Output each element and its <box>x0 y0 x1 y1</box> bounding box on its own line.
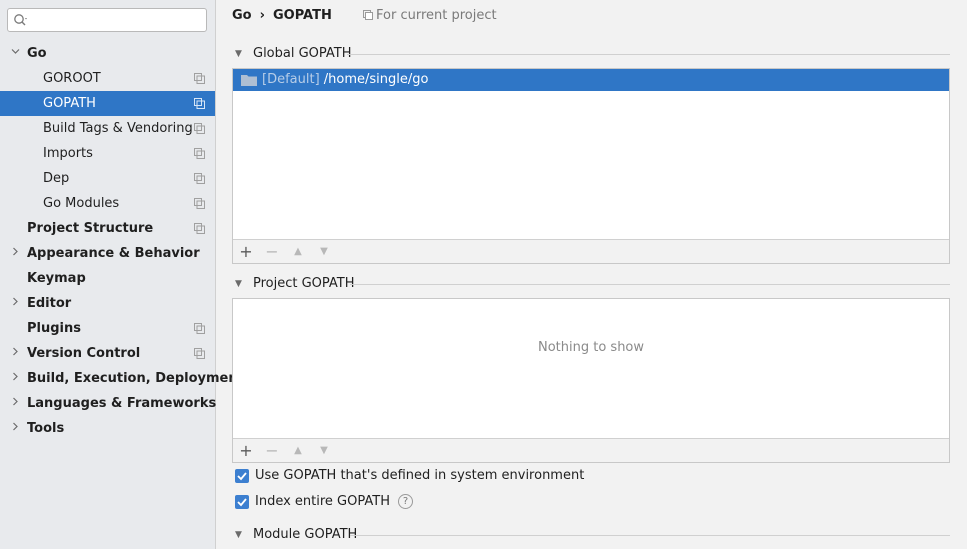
project-scope-icon <box>194 148 205 159</box>
sidebar-item-label: Languages & Frameworks <box>27 396 217 411</box>
sidebar-item-label: Tools <box>27 421 65 436</box>
chevron-right-icon[interactable] <box>11 391 21 416</box>
sidebar-item-label: Appearance & Behavior <box>27 246 200 261</box>
move-down-button[interactable]: ▼ <box>314 439 334 463</box>
settings-content: Go › GOPATH For current project ▼ Global G… <box>216 0 967 549</box>
project-gopath-list[interactable]: Nothing to show + − ▲ ▼ <box>232 298 950 463</box>
project-scope-icon <box>194 98 205 109</box>
sidebar-item-build-execution-deployment[interactable]: Build, Execution, Deployment <box>0 366 244 391</box>
project-gopath-toolbar: + − ▲ ▼ <box>233 438 949 462</box>
breadcrumb: Go › GOPATH <box>232 7 332 25</box>
chevron-right-icon[interactable] <box>11 291 21 316</box>
settings-search-input[interactable] <box>7 8 207 32</box>
sidebar-item-tools[interactable]: Tools <box>0 416 215 441</box>
global-gopath-toolbar: + − ▲ ▼ <box>233 239 949 263</box>
remove-button[interactable]: − <box>262 439 282 463</box>
sidebar-item-label: Imports <box>43 146 93 161</box>
sidebar-item-keymap[interactable]: Keymap <box>0 266 215 291</box>
breadcrumb-separator: › <box>259 8 265 23</box>
checkmark-icon <box>237 472 247 481</box>
sidebar-item-languages-frameworks[interactable]: Languages & Frameworks <box>0 391 217 416</box>
empty-list-text: Nothing to show <box>537 340 645 355</box>
sidebar-item-label: Go <box>27 46 47 61</box>
sidebar-item-version-control[interactable]: Version Control <box>0 341 215 366</box>
breadcrumb-current: GOPATH <box>272 8 332 23</box>
sidebar-item-dep[interactable]: Dep <box>0 166 215 191</box>
sidebar-item-appearance-behavior[interactable]: Appearance & Behavior <box>0 241 215 266</box>
global-gopath-header[interactable]: ▼ Global GOPATH <box>235 45 950 63</box>
use-system-gopath-label: Use GOPATH that's defined in system envi… <box>255 468 585 483</box>
add-button[interactable]: + <box>236 439 256 463</box>
scope-note-text: For current project <box>376 8 497 23</box>
section-divider <box>350 535 950 536</box>
index-entire-gopath-checkbox[interactable] <box>235 495 249 509</box>
gopath-entry[interactable]: [Default] /home/single/go <box>233 69 949 91</box>
sidebar-item-goroot[interactable]: GOROOT <box>0 66 215 91</box>
collapse-triangle-icon: ▼ <box>235 279 242 289</box>
project-scope-icon <box>363 10 373 20</box>
sidebar-item-label: Project Structure <box>27 221 154 236</box>
sidebar-item-label: Plugins <box>27 321 81 336</box>
sidebar-item-label: GOPATH <box>43 96 96 111</box>
sidebar-item-label: GOROOT <box>43 71 101 86</box>
move-up-button[interactable]: ▲ <box>288 240 308 264</box>
move-up-button[interactable]: ▲ <box>288 439 308 463</box>
project-gopath-title: Project GOPATH <box>253 276 355 291</box>
section-divider <box>347 54 950 55</box>
chevron-right-icon[interactable] <box>11 241 21 266</box>
chevron-right-icon[interactable] <box>11 341 21 366</box>
project-scope-icon <box>194 223 205 234</box>
search-field[interactable] <box>32 11 202 29</box>
gopath-entry-text: [Default] /home/single/go <box>262 72 429 87</box>
sidebar-item-label: Keymap <box>27 271 86 286</box>
index-entire-gopath-label: Index entire GOPATH <box>255 494 390 509</box>
breadcrumb-parent[interactable]: Go <box>232 8 252 23</box>
add-button[interactable]: + <box>236 240 256 264</box>
global-gopath-list[interactable]: [Default] /home/single/go + − ▲ ▼ <box>232 68 950 264</box>
sidebar-item-label: Build, Execution, Deployment <box>27 371 244 386</box>
sidebar-item-imports[interactable]: Imports <box>0 141 215 166</box>
project-scope-icon <box>194 173 205 184</box>
help-icon[interactable]: ? <box>398 494 413 509</box>
sidebar-item-go[interactable]: Go <box>0 41 215 66</box>
checkmark-icon <box>237 498 247 507</box>
folder-icon <box>241 75 257 86</box>
collapse-triangle-icon: ▼ <box>235 530 242 540</box>
sidebar-item-plugins[interactable]: Plugins <box>0 316 215 341</box>
collapse-triangle-icon: ▼ <box>235 49 242 59</box>
search-icon <box>14 14 27 26</box>
sidebar-item-go-modules[interactable]: Go Modules <box>0 191 215 216</box>
use-system-gopath-checkbox[interactable] <box>235 469 249 483</box>
sidebar-item-project-structure[interactable]: Project Structure <box>0 216 215 241</box>
scope-note: For current project <box>363 7 497 25</box>
sidebar-item-label: Build Tags & Vendoring <box>43 121 193 136</box>
chevron-down-icon[interactable] <box>11 41 21 66</box>
project-scope-icon <box>194 323 205 334</box>
section-divider <box>350 284 950 285</box>
project-scope-icon <box>194 123 205 134</box>
sidebar-item-editor[interactable]: Editor <box>0 291 215 316</box>
chevron-right-icon[interactable] <box>11 366 21 391</box>
module-gopath-header[interactable]: ▼ Module GOPATH <box>235 526 950 544</box>
remove-button[interactable]: − <box>262 240 282 264</box>
sidebar-item-label: Editor <box>27 296 72 311</box>
sidebar-item-build-tags-vendoring[interactable]: Build Tags & Vendoring <box>0 116 215 141</box>
chevron-right-icon[interactable] <box>11 416 21 441</box>
sidebar-item-label: Dep <box>43 171 70 186</box>
move-down-button[interactable]: ▼ <box>314 240 334 264</box>
settings-sidebar: Go GOROOT GOPATH Build Tags & Vendoring Impo… <box>0 0 244 549</box>
project-gopath-header[interactable]: ▼ Project GOPATH <box>235 275 950 293</box>
sidebar-item-label: Version Control <box>27 346 141 361</box>
project-scope-icon <box>194 73 205 84</box>
project-scope-icon <box>194 198 205 209</box>
module-gopath-title: Module GOPATH <box>253 527 358 542</box>
project-scope-icon <box>194 348 205 359</box>
sidebar-item-label: Go Modules <box>43 196 120 211</box>
sidebar-item-gopath[interactable]: GOPATH <box>0 91 215 116</box>
global-gopath-title: Global GOPATH <box>253 46 352 61</box>
